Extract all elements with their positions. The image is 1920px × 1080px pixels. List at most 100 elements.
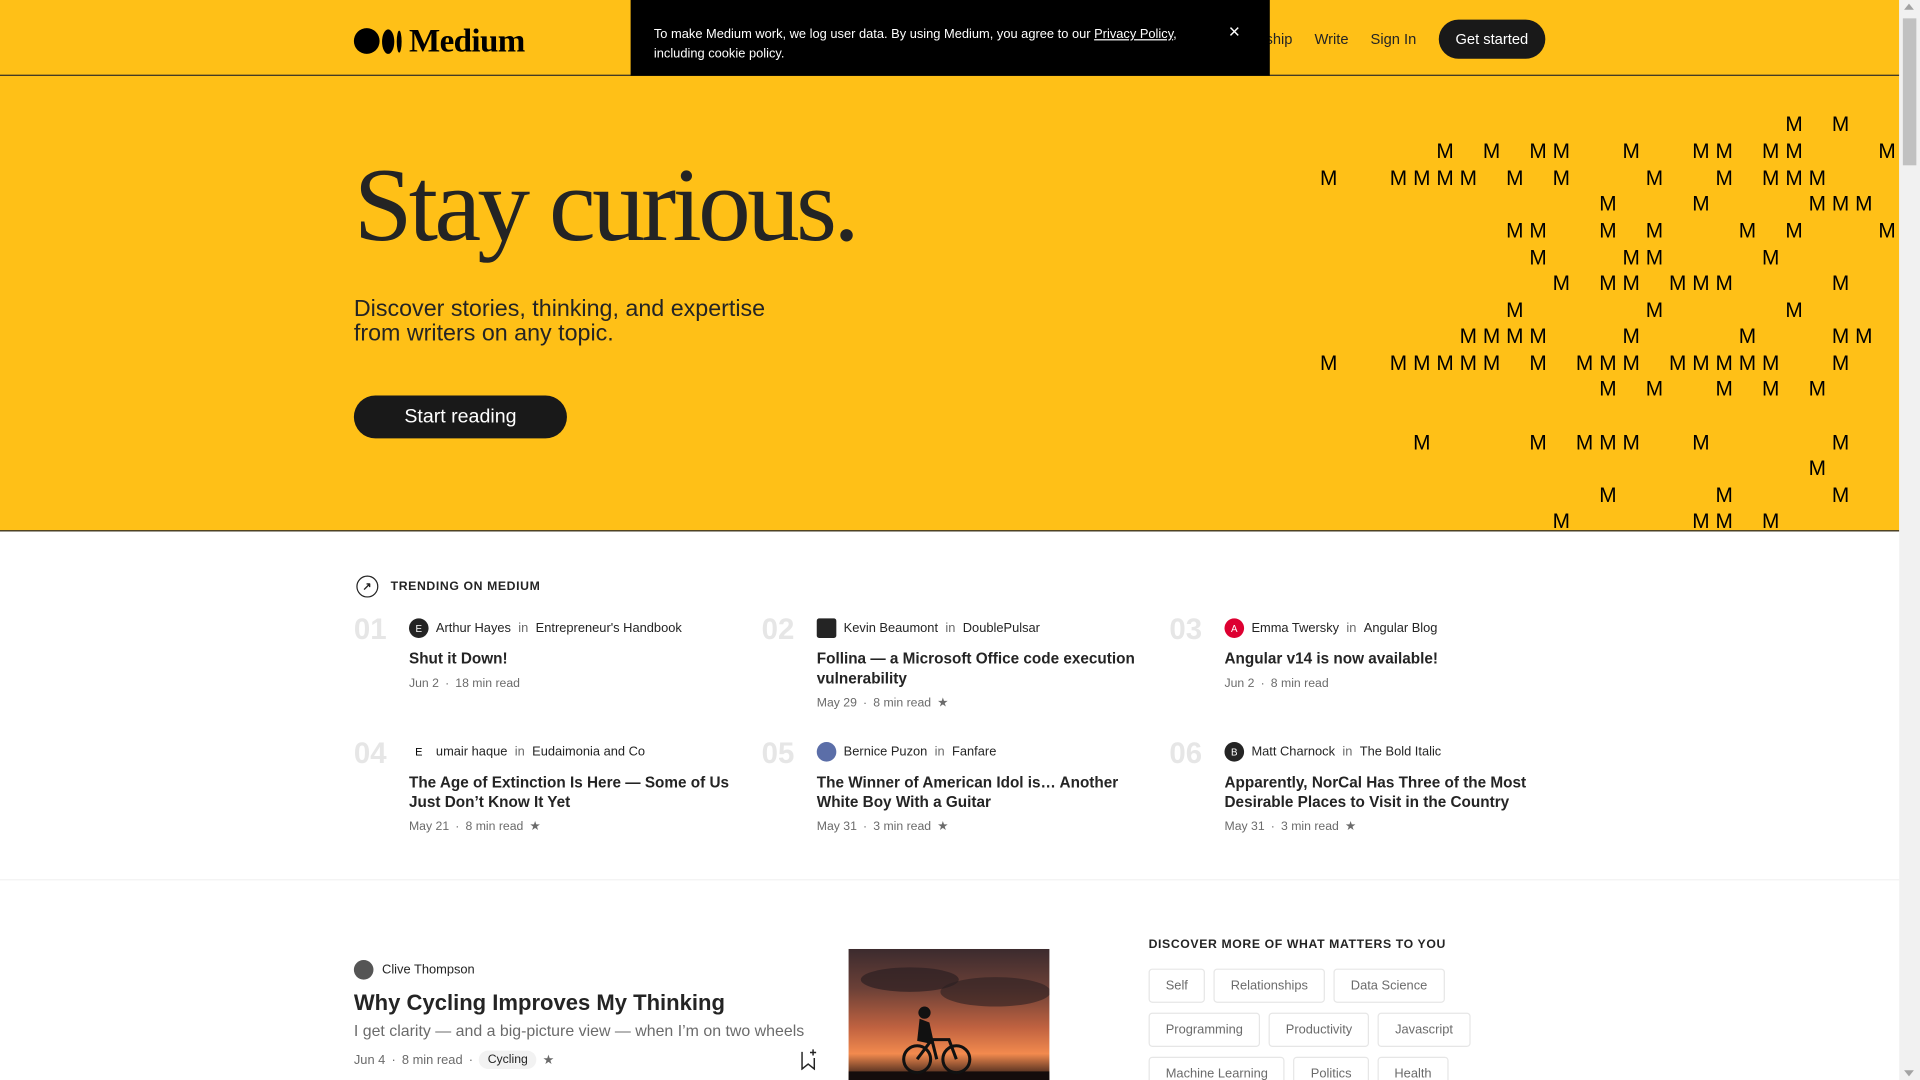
topic-tag[interactable]: Data Science	[1333, 968, 1445, 1003]
trending-number: 06	[1169, 737, 1203, 771]
trending-title[interactable]: Apparently, NorCal Has Three of the Most…	[1225, 773, 1556, 812]
logo-text: Medium	[408, 22, 525, 59]
start-reading-button[interactable]: Start reading	[353, 395, 567, 439]
author-avatar	[816, 618, 837, 638]
m-pattern-letter: M	[1715, 483, 1733, 507]
medium-logo-icon	[353, 28, 402, 54]
m-pattern-letter: M	[1552, 166, 1571, 190]
topic-tag[interactable]: Self	[1148, 968, 1206, 1003]
m-pattern-letter: M	[1506, 166, 1524, 190]
trending-number: 02	[761, 613, 795, 647]
article-tag[interactable]: Cycling	[479, 1050, 537, 1069]
m-pattern-letter: M	[1599, 271, 1617, 296]
m-pattern-letter: M	[1482, 351, 1501, 375]
read-time: 18 min read	[455, 677, 520, 691]
member-star-icon: ★	[1344, 820, 1356, 834]
author-name[interactable]: Clive Thompson	[382, 962, 475, 977]
m-pattern-letter: M	[1506, 324, 1524, 348]
scroll-down-icon[interactable]	[1904, 1070, 1914, 1077]
discover-heading: DISCOVER MORE OF WHAT MATTERS TO YOU	[1148, 937, 1446, 952]
m-pattern-letter: M	[1785, 139, 1803, 163]
m-pattern-letter: M	[1529, 139, 1547, 163]
article-thumbnail[interactable]	[848, 948, 1050, 1080]
scrollbar-thumb[interactable]	[1902, 18, 1917, 166]
article-preview[interactable]: Clive Thompson Why Cycling Improves My T…	[353, 948, 1050, 1080]
nav-sign-in-link[interactable]: Sign In	[1371, 31, 1417, 48]
m-pattern-letter: M	[1692, 139, 1710, 163]
trending-title[interactable]: The Winner of American Idol is… Another …	[817, 773, 1148, 812]
author-name[interactable]: Emma Twersky	[1251, 621, 1339, 636]
publication-name[interactable]: Eudaimonia and Co	[532, 744, 645, 759]
topic-tag[interactable]: Relationships	[1213, 968, 1326, 1003]
m-pattern-letter: M	[1622, 431, 1640, 455]
m-pattern-letter: M	[1831, 483, 1850, 507]
topic-tag[interactable]: Health	[1377, 1056, 1449, 1080]
publication-name[interactable]: DoublePulsar	[963, 621, 1040, 636]
m-pattern-letter: M	[1529, 351, 1547, 375]
publication-name[interactable]: Angular Blog	[1364, 621, 1438, 636]
m-pattern-letter: M	[1529, 324, 1547, 348]
m-pattern-letter: M	[1808, 377, 1826, 401]
read-time: 8 min read	[465, 820, 524, 834]
trending-icon: ↗	[356, 575, 379, 598]
trending-title[interactable]: The Age of Extinction Is Here — Some of …	[409, 773, 740, 812]
bookmark-add-icon[interactable]	[801, 1048, 818, 1071]
m-pattern-letter: M	[1762, 166, 1780, 190]
author-name[interactable]: umair haque	[436, 744, 507, 759]
author-name[interactable]: Kevin Beaumont	[844, 621, 938, 636]
m-pattern-letter: M	[1762, 377, 1780, 401]
topic-tag[interactable]: Machine Learning	[1148, 1056, 1286, 1080]
topic-tag[interactable]: Programming	[1148, 1012, 1261, 1047]
section-divider	[0, 879, 1900, 881]
trending-number: 04	[353, 737, 387, 771]
m-pattern-letter: M	[1599, 377, 1617, 401]
m-pattern-letter: M	[1599, 192, 1617, 216]
m-pattern-letter: M	[1831, 112, 1850, 136]
trending-title[interactable]: Shut it Down!	[409, 649, 740, 669]
in-word: in	[1346, 620, 1357, 636]
read-time: 3 min read	[1280, 820, 1339, 834]
hero-title: Stay curious.	[353, 145, 860, 264]
m-pattern-letter: M	[1808, 192, 1826, 216]
scrollbar[interactable]	[1899, 0, 1920, 1080]
nav-write-link[interactable]: Write	[1314, 31, 1348, 48]
publication-name[interactable]: Fanfare	[952, 744, 996, 759]
trending-title[interactable]: Follina — a Microsoft Office code execut…	[817, 649, 1148, 688]
close-icon[interactable]: ×	[1226, 23, 1243, 43]
read-time: 8 min read	[873, 696, 932, 711]
read-time: 8 min read	[401, 1052, 463, 1068]
m-pattern-letter: M	[1599, 483, 1617, 507]
medium-logo[interactable]: Medium	[353, 22, 525, 60]
topic-tag[interactable]: Productivity	[1268, 1012, 1370, 1047]
m-pattern-letter: M	[1575, 431, 1594, 455]
m-pattern-letter: M	[1738, 324, 1757, 348]
m-pattern-letter: M	[1436, 139, 1454, 163]
m-pattern-letter: M	[1459, 324, 1477, 348]
m-pattern-letter: M	[1622, 351, 1640, 375]
m-pattern-letter: M	[1715, 271, 1733, 296]
m-pattern-letter: M	[1320, 166, 1338, 190]
m-pattern-letter: M	[1855, 324, 1873, 348]
m-pattern-letter: M	[1413, 166, 1431, 190]
m-pattern-letter: M	[1645, 219, 1664, 243]
m-pattern-letter: M	[1831, 431, 1850, 455]
topic-tag[interactable]: Politics	[1293, 1056, 1369, 1080]
author-name[interactable]: Arthur Hayes	[436, 621, 511, 636]
scroll-up-icon[interactable]	[1904, 3, 1914, 10]
trending-title[interactable]: Angular v14 is now available!	[1225, 649, 1556, 669]
publication-name[interactable]: Entrepreneur's Handbook	[536, 621, 682, 636]
author-name[interactable]: Matt Charnock	[1251, 744, 1335, 759]
m-pattern-letter: M	[1552, 509, 1571, 532]
get-started-button[interactable]: Get started	[1438, 19, 1546, 59]
m-pattern-letter: M	[1482, 139, 1501, 163]
privacy-policy-link[interactable]: Privacy Policy	[1094, 27, 1173, 42]
m-pattern-letter: M	[1692, 431, 1710, 455]
author-name[interactable]: Bernice Puzon	[844, 744, 928, 759]
topic-tag[interactable]: Javascript	[1377, 1012, 1471, 1047]
author-avatar: B	[1224, 742, 1245, 762]
m-pattern-letter: M	[1599, 431, 1617, 455]
m-pattern-letter: M	[1645, 298, 1664, 323]
read-time: 3 min read	[873, 820, 932, 834]
author-avatar: E	[408, 742, 429, 762]
publication-name[interactable]: The Bold Italic	[1360, 744, 1441, 759]
